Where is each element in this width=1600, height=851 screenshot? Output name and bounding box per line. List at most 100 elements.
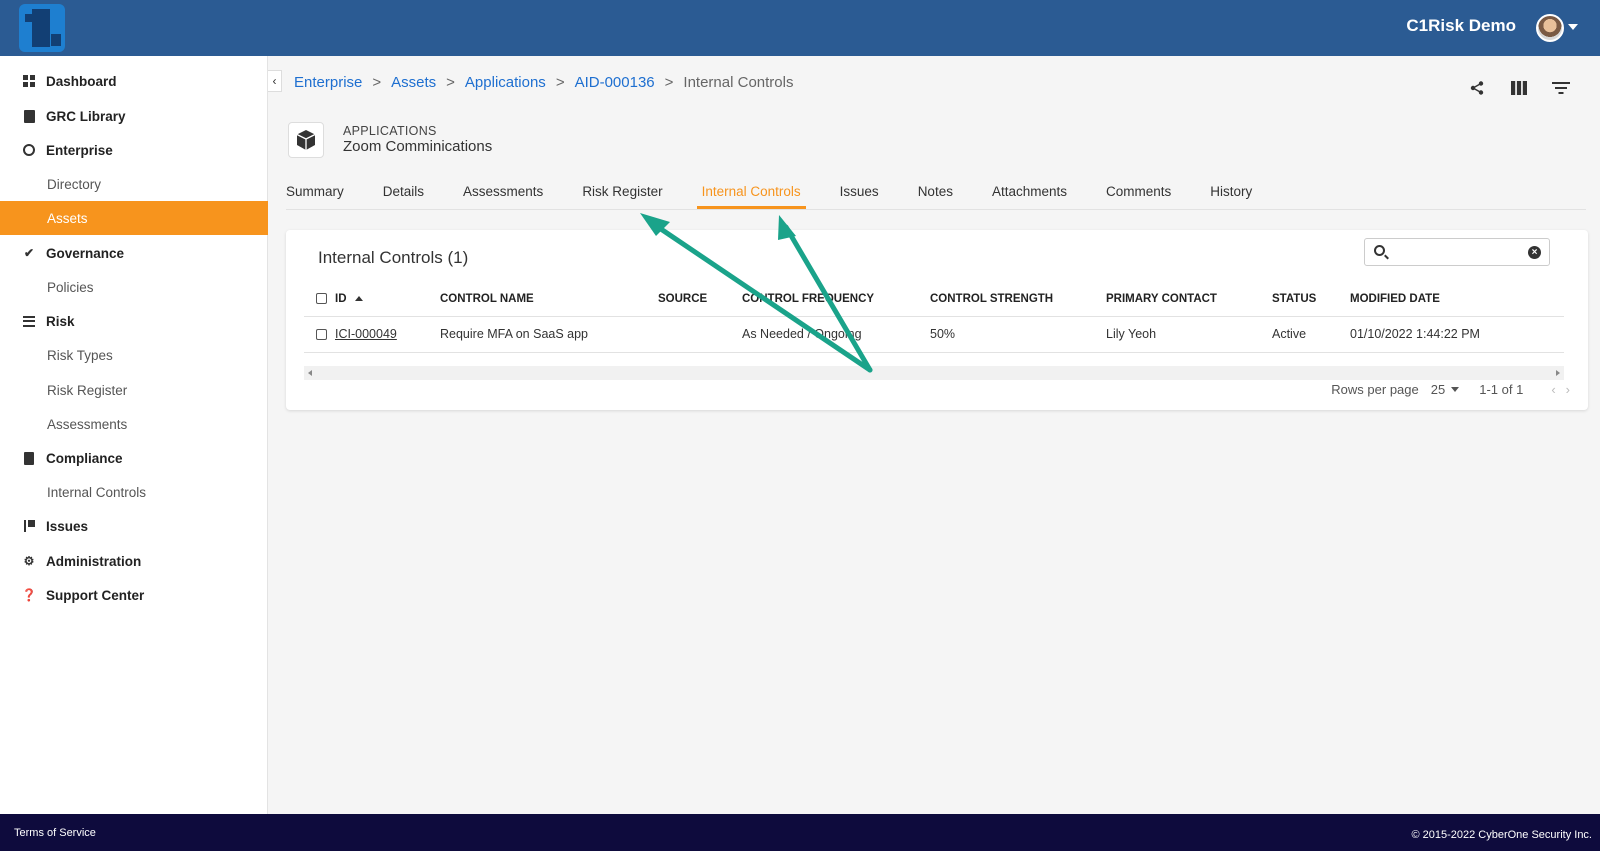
sidebar-item-label: Governance [46, 245, 125, 261]
user-avatar[interactable] [1536, 14, 1564, 42]
sidebar-item-risk-types[interactable]: Risk Types [0, 338, 268, 372]
caret-down-icon[interactable] [1451, 387, 1460, 392]
column-header-source[interactable]: SOURCE [658, 282, 742, 317]
table-header-row: ID CONTROL NAME SOURCE CONTROL FREQUENCY… [304, 282, 1564, 317]
sidebar-item-label: Directory [47, 176, 102, 192]
breadcrumb-assets[interactable]: Assets [391, 74, 436, 91]
sidebar-item-label: Dashboard [46, 73, 117, 89]
collapse-sidebar-button[interactable]: ‹ [268, 70, 282, 92]
tab-risk-register[interactable]: Risk Register [582, 174, 681, 208]
sidebar-item-directory[interactable]: Directory [0, 167, 268, 201]
check-double-icon: ✔ [23, 246, 35, 260]
cell-id: ICI-000049 [304, 316, 440, 353]
sidebar-item-risk-register[interactable]: Risk Register [0, 373, 268, 407]
rows-per-page-label: Rows per page [1331, 382, 1419, 397]
column-header-id[interactable]: ID [304, 282, 440, 317]
sidebar-item-grc-library[interactable]: GRC Library [0, 99, 268, 133]
column-header-status[interactable]: STATUS [1272, 282, 1350, 317]
top-bar: C1Risk Demo [0, 0, 1600, 56]
book-icon [22, 109, 36, 123]
gear-icon: ⚙ [23, 554, 35, 568]
control-id-link[interactable]: ICI-000049 [335, 327, 397, 341]
tab-comments[interactable]: Comments [1106, 174, 1190, 208]
pagination: Rows per page 25 1-1 of 1 ‹ › [1331, 382, 1570, 397]
sidebar-item-label: Internal Controls [47, 484, 147, 500]
user-menu-caret-icon[interactable] [1568, 24, 1578, 30]
breadcrumb-current: Internal Controls [683, 74, 794, 91]
cell-status: Active [1272, 316, 1350, 353]
sidebar-item-label: GRC Library [46, 108, 126, 124]
column-header-control-frequency[interactable]: CONTROL FREQUENCY [742, 282, 930, 317]
sidebar-item-internal-controls[interactable]: Internal Controls [0, 475, 268, 509]
search-box[interactable]: × [1364, 238, 1550, 266]
cell-control-name: Require MFA on SaaS app [440, 316, 658, 353]
table-row[interactable]: ICI-000049 Require MFA on SaaS app As Ne… [304, 316, 1564, 353]
rows-per-page-select[interactable]: 25 [1431, 382, 1445, 397]
clipboard-check-icon [22, 451, 36, 465]
sidebar-item-label: Assets [47, 210, 88, 226]
main-content: ‹ Enterprise > Assets > Applications > A… [268, 56, 1600, 814]
sidebar-item-label: Risk [46, 313, 75, 329]
breadcrumb-enterprise[interactable]: Enterprise [294, 74, 362, 91]
question-circle-icon: ❓ [21, 588, 37, 602]
search-input[interactable] [1393, 243, 1523, 261]
cell-control-frequency: As Needed / Ongoing [742, 316, 930, 353]
tab-notes[interactable]: Notes [918, 174, 972, 208]
sidebar-item-enterprise[interactable]: Enterprise [0, 133, 268, 167]
sidebar-item-label: Risk Register [47, 382, 128, 398]
cell-control-strength: 50% [930, 316, 1106, 353]
list-icon [22, 314, 36, 328]
tab-attachments[interactable]: Attachments [992, 174, 1086, 208]
sidebar-item-label: Enterprise [46, 142, 113, 158]
clear-search-icon[interactable]: × [1528, 246, 1541, 259]
sidebar-item-support-center[interactable]: ❓ Support Center [0, 578, 268, 612]
filter-icon[interactable] [1552, 80, 1570, 96]
share-icon[interactable] [1468, 80, 1486, 96]
scroll-right-icon[interactable] [1556, 370, 1560, 376]
tab-assessments[interactable]: Assessments [463, 174, 562, 208]
breadcrumb-record-id[interactable]: AID-000136 [575, 74, 655, 91]
column-header-primary-contact[interactable]: PRIMARY CONTACT [1106, 282, 1272, 317]
column-header-control-name[interactable]: CONTROL NAME [440, 282, 658, 317]
tab-history[interactable]: History [1210, 174, 1271, 208]
sidebar-item-label: Issues [46, 518, 89, 534]
sidebar-item-label: Policies [47, 279, 94, 295]
column-header-modified-date[interactable]: MODIFIED DATE [1350, 282, 1564, 317]
sidebar-item-label: Compliance [46, 450, 123, 466]
record-name: Zoom Comminications [343, 138, 493, 155]
tab-details[interactable]: Details [383, 174, 443, 208]
sidebar-item-risk[interactable]: Risk [0, 304, 268, 338]
column-header-control-strength[interactable]: CONTROL STRENGTH [930, 282, 1106, 317]
record-type: APPLICATIONS [343, 124, 437, 138]
breadcrumb-applications[interactable]: Applications [465, 74, 546, 91]
columns-icon[interactable] [1510, 80, 1528, 96]
chevron-left-icon: ‹ [272, 74, 277, 88]
breadcrumb: Enterprise > Assets > Applications > AID… [294, 74, 793, 91]
sidebar-item-policies[interactable]: Policies [0, 270, 268, 304]
sidebar-item-assets[interactable]: Assets [0, 201, 268, 235]
sidebar-item-issues[interactable]: Issues [0, 509, 268, 543]
sidebar: Dashboard GRC Library Enterprise Directo… [0, 56, 268, 814]
tab-summary[interactable]: Summary [286, 174, 363, 208]
sidebar-item-dashboard[interactable]: Dashboard [0, 64, 268, 98]
user-name[interactable]: C1Risk Demo [1406, 16, 1516, 36]
previous-page-icon[interactable]: ‹ [1551, 382, 1555, 397]
app-logo[interactable] [19, 4, 65, 52]
next-page-icon[interactable]: › [1566, 382, 1570, 397]
tab-issues[interactable]: Issues [840, 174, 898, 208]
sidebar-item-administration[interactable]: ⚙ Administration [0, 544, 268, 578]
row-checkbox[interactable] [316, 329, 327, 341]
sidebar-item-label: Assessments [47, 416, 128, 432]
cell-modified-date: 01/10/2022 1:44:22 PM [1350, 316, 1564, 353]
tab-internal-controls[interactable]: Internal Controls [696, 174, 820, 209]
terms-of-service-link[interactable]: Terms of Service [14, 827, 96, 839]
breadcrumb-separator: > [446, 74, 455, 91]
horizontal-scrollbar[interactable] [304, 366, 1564, 380]
record-tabs: Summary Details Assessments Risk Registe… [286, 174, 1291, 209]
scroll-left-icon[interactable] [308, 370, 312, 376]
cell-source [658, 316, 742, 353]
sidebar-item-governance[interactable]: ✔ Governance [0, 236, 268, 270]
select-all-checkbox[interactable] [316, 293, 327, 305]
sidebar-item-assessments[interactable]: Assessments [0, 407, 268, 441]
sidebar-item-compliance[interactable]: Compliance [0, 441, 268, 475]
